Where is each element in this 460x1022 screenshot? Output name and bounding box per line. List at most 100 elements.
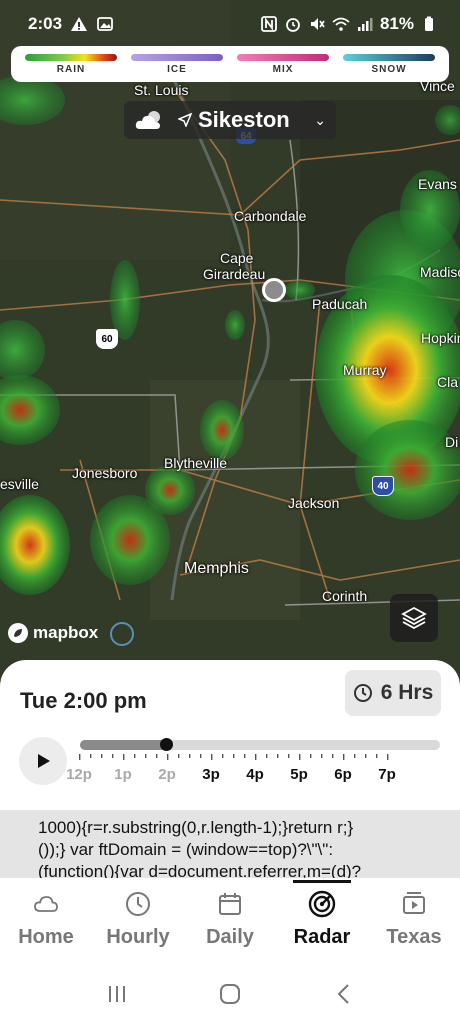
legend-ice-label: ICE xyxy=(167,64,187,75)
timeline-tick xyxy=(200,754,202,758)
tab-radar-label: Radar xyxy=(293,926,351,948)
timeline-tick-label[interactable]: 5p xyxy=(290,766,308,783)
location-name: Sikeston xyxy=(198,107,290,132)
legend-snow-bar xyxy=(343,54,435,61)
map-label-jonesboro: Jonesboro xyxy=(72,465,138,481)
legend-mix-bar xyxy=(237,54,329,61)
script-text-overlay: 1000){r=r.substring(0,r.length-1);}retur… xyxy=(0,810,460,878)
timeline-tick xyxy=(310,754,312,758)
timeline-tick xyxy=(123,754,125,760)
map-label-carbondale: Carbondale xyxy=(234,208,307,224)
timeline-tick xyxy=(156,754,158,758)
timeline-ticks xyxy=(79,754,389,760)
timeline-tick xyxy=(134,754,136,758)
mapbox-logo[interactable]: mapbox xyxy=(7,622,98,644)
timeline-tick xyxy=(321,754,323,758)
system-nav-bar xyxy=(0,966,460,1022)
time-range-button[interactable]: 6 Hrs xyxy=(345,670,441,716)
timeline-tick xyxy=(167,754,169,760)
play-button[interactable] xyxy=(19,737,67,785)
mapbox-text: mapbox xyxy=(33,623,99,642)
timeline-tick xyxy=(288,754,290,758)
tab-home-label: Home xyxy=(18,926,74,948)
script-line-1: 1000){r=r.substring(0,r.length-1);}retur… xyxy=(38,818,354,837)
map-label-paducah: Paducah xyxy=(312,296,368,312)
status-time: 2:03 xyxy=(28,14,63,33)
timeline-tick xyxy=(387,754,389,760)
home-circle-icon xyxy=(219,984,240,1004)
tab-home[interactable]: Home xyxy=(0,878,92,966)
map-label-madisonville: Madiso xyxy=(420,264,460,280)
map-label-jackson: Jackson xyxy=(288,495,340,511)
interstate-shield-40: 40 xyxy=(372,476,394,496)
recent-apps-button[interactable] xyxy=(97,974,137,1014)
timeline-tick xyxy=(244,754,246,758)
map-label-corinth: Corinth xyxy=(322,588,368,604)
timeline-tick-label[interactable]: 2p xyxy=(158,766,176,783)
tab-daily[interactable]: Daily xyxy=(184,878,276,966)
layers-button[interactable] xyxy=(390,594,438,642)
map-label-evansville: Evans xyxy=(418,176,457,192)
chevron-down-icon: ⌄ xyxy=(314,111,326,128)
timeline-tick xyxy=(255,754,257,760)
back-button[interactable] xyxy=(323,974,363,1014)
timeline-tick-label[interactable]: 4p xyxy=(246,766,264,783)
tab-texas-label: Texas xyxy=(386,926,442,948)
script-line-3: (function(){var d=document.referrer,m=(d… xyxy=(38,862,362,878)
home-button[interactable] xyxy=(210,974,250,1014)
bottom-tab-bar: Home Hourly Daily Radar Texas xyxy=(0,878,460,966)
timeline-tick xyxy=(79,754,81,760)
legend-mix-label: MIX xyxy=(272,64,294,75)
play-icon xyxy=(38,754,50,768)
timeline-tick xyxy=(222,754,224,758)
timeline-slider-handle[interactable] xyxy=(160,738,174,751)
tab-texas[interactable]: Texas xyxy=(368,878,460,966)
timeline-tick-label[interactable]: 6p xyxy=(334,766,352,783)
tab-radar[interactable]: Radar xyxy=(276,878,368,966)
video-icon xyxy=(403,892,425,914)
recent-apps-icon xyxy=(108,986,125,1002)
map-label-dickson: Di xyxy=(445,434,459,450)
timeline-tick xyxy=(266,754,268,758)
location-selector[interactable]: Sikeston ⌄ xyxy=(124,101,336,139)
map-label-blytheville: Blytheville xyxy=(164,455,228,471)
nfc-icon xyxy=(261,16,277,32)
map-label-hopkinsville: Hopkin xyxy=(421,330,460,346)
legend-ice-bar xyxy=(131,54,223,61)
map-label-clarksville: Cla xyxy=(437,374,459,390)
partly-cloudy-icon xyxy=(135,111,160,129)
time-range-label: 6 Hrs xyxy=(380,681,434,704)
timeline-tick xyxy=(332,754,334,758)
timeline-tick xyxy=(365,754,367,758)
legend-rain-bar xyxy=(25,54,117,61)
wifi-icon xyxy=(332,17,350,31)
signal-icon xyxy=(357,18,373,31)
cloud-icon xyxy=(34,896,58,912)
timeline-slider[interactable] xyxy=(80,738,440,751)
legend-ice: ICE xyxy=(131,54,223,82)
timeline-tick xyxy=(343,754,345,760)
legend-snow: SNOW xyxy=(343,54,435,82)
timeline-title: Tue 2:00 pm xyxy=(20,688,147,713)
map-info-icon[interactable] xyxy=(110,622,134,646)
timeline-tick xyxy=(101,754,103,758)
script-line-2: ());} var ftDomain = (window==top)?\"\": xyxy=(38,840,334,859)
image-icon xyxy=(97,17,113,31)
timeline-panel: Tue 2:00 pm 6 Hrs 12p 1p 2p 3p 4p 5p 6p 7p xyxy=(0,660,460,812)
status-bar: 2:03 81% xyxy=(0,0,460,48)
tab-hourly-label: Hourly xyxy=(106,926,170,948)
timeline-tick-label[interactable]: 3p xyxy=(202,766,220,783)
timeline-tick-label[interactable]: 1p xyxy=(114,766,132,783)
timeline-tick xyxy=(277,754,279,758)
legend-snow-label: SNOW xyxy=(371,64,407,75)
layers-icon xyxy=(401,606,427,630)
tab-hourly[interactable]: Hourly xyxy=(92,878,184,966)
map-label-cape: Cape xyxy=(220,250,254,266)
radar-map[interactable]: 2:03 81% RAIN ICE MIX SNOW Sikeston ⌄ St… xyxy=(0,0,460,680)
timeline-tick xyxy=(145,754,147,758)
clock-icon xyxy=(126,892,150,916)
mute-icon xyxy=(310,18,325,30)
alarm-icon xyxy=(286,18,300,32)
timeline-tick-label[interactable]: 12p xyxy=(66,766,92,783)
timeline-tick-label[interactable]: 7p xyxy=(378,766,396,783)
